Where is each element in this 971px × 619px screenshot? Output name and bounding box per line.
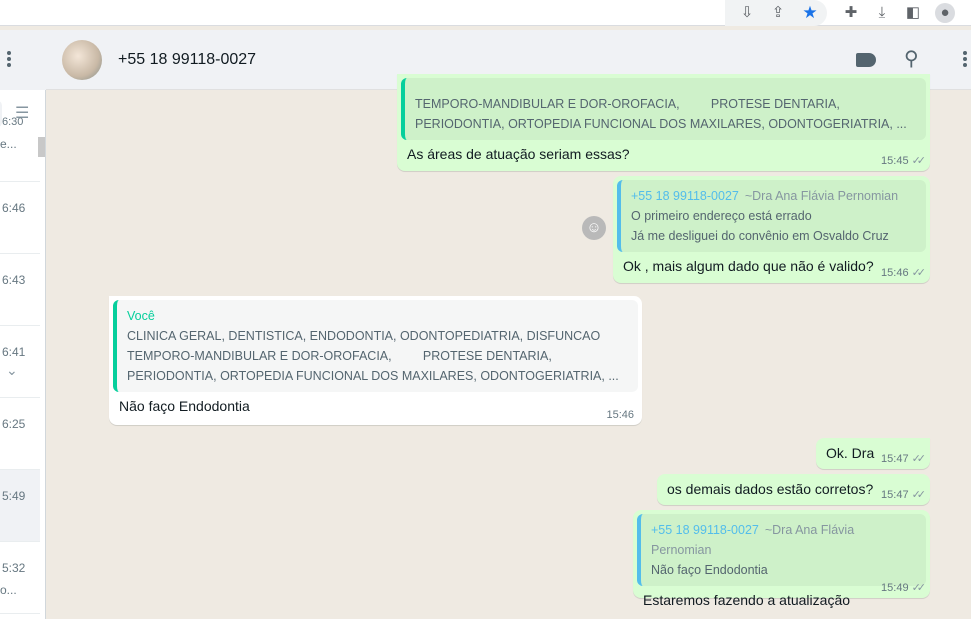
chat-list-item[interactable]: 6:30 e... (0, 116, 40, 182)
quoted-message[interactable]: +55 18 99118-0027 ~Dra Ana Flávia Pernomi… (637, 514, 926, 586)
label-icon[interactable] (856, 53, 876, 67)
avatar[interactable] (62, 40, 102, 80)
chat-list-item[interactable]: 6:25 (0, 398, 40, 470)
chat-list-item[interactable]: 6:46 (0, 182, 40, 254)
search-icon[interactable]: ⚲ (904, 46, 919, 71)
message-meta: 15:46 ✓✓ (881, 267, 927, 279)
chat-list-sidebar: ☰ 6:30 e... 6:46 6:43 6:41 ⌄ 6:25 5:49 5… (0, 30, 46, 619)
menu-icon[interactable] (963, 51, 967, 69)
quoted-message[interactable]: TEMPORO-MANDIBULAR E DOR-OROFACIA, PROTE… (401, 78, 926, 140)
message-outgoing[interactable]: +55 18 99118-0027 ~Dra Ana Flávia Pernomi… (633, 510, 930, 608)
downloads-icon[interactable]: ⤓ (872, 3, 892, 23)
read-ticks-icon: ✓✓ (911, 267, 927, 279)
quoted-message[interactable]: +55 18 99118-0027 ~Dra Ana Flávia Pernomi… (617, 180, 926, 252)
side-panel-icon[interactable]: ◧ (903, 3, 923, 23)
message-meta: 15:46 (606, 409, 634, 421)
chat-list-item[interactable]: 6:43 (0, 254, 40, 326)
share-icon[interactable]: ⇪ (768, 3, 788, 23)
message-outgoing[interactable]: os demais dados estão corretos? 15:47 ✓✓ (657, 474, 930, 505)
message-meta: 15:49 ✓✓ (881, 582, 927, 594)
extensions-icon[interactable]: ✚ (841, 3, 861, 23)
message-outgoing[interactable]: TEMPORO-MANDIBULAR E DOR-OROFACIA, PROTE… (397, 74, 930, 171)
message-text: Não faço Endodontia (119, 398, 250, 414)
menu-icon[interactable] (7, 51, 11, 69)
contact-name[interactable]: +55 18 99118-0027 (118, 51, 256, 69)
sidebar-header (0, 30, 46, 90)
browser-toolbar: ⇩ ⇪ ★ ✚ ⤓ ◧ ● (0, 0, 971, 26)
profile-icon[interactable]: ● (935, 3, 955, 23)
message-outgoing[interactable]: Ok. Dra 15:47 ✓✓ (816, 438, 930, 469)
read-ticks-icon: ✓✓ (911, 453, 927, 465)
install-icon[interactable]: ⇩ (737, 3, 757, 23)
emoji-reaction-icon[interactable]: ☺ (582, 216, 606, 240)
chat-list-item-selected[interactable]: 5:49 (0, 470, 40, 542)
message-meta: 15:47 ✓✓ (881, 489, 927, 501)
read-ticks-icon: ✓✓ (911, 582, 927, 594)
read-ticks-icon: ✓✓ (911, 155, 927, 167)
scrollbar[interactable] (38, 137, 45, 157)
read-ticks-icon: ✓✓ (911, 489, 927, 501)
message-text: As áreas de atuação seriam essas? (407, 146, 630, 162)
quoted-message[interactable]: Você CLINICA GERAL, DENTISTICA, ENDODONT… (113, 300, 638, 392)
bookmark-star-icon[interactable]: ★ (800, 3, 820, 23)
chat-list-item[interactable]: 6:41 ⌄ (0, 326, 40, 398)
chat-list-item[interactable]: 5:32 o... (0, 542, 40, 614)
message-outgoing[interactable]: +55 18 99118-0027 ~Dra Ana Flávia Pernomi… (613, 176, 930, 283)
message-meta: 15:47 ✓✓ (881, 453, 927, 465)
message-text: Ok , mais algum dado que não é valido? (623, 258, 874, 274)
message-incoming[interactable]: Você CLINICA GERAL, DENTISTICA, ENDODONT… (109, 296, 642, 425)
chevron-down-icon[interactable]: ⌄ (6, 362, 18, 379)
message-meta: 15:45 ✓✓ (881, 155, 927, 167)
